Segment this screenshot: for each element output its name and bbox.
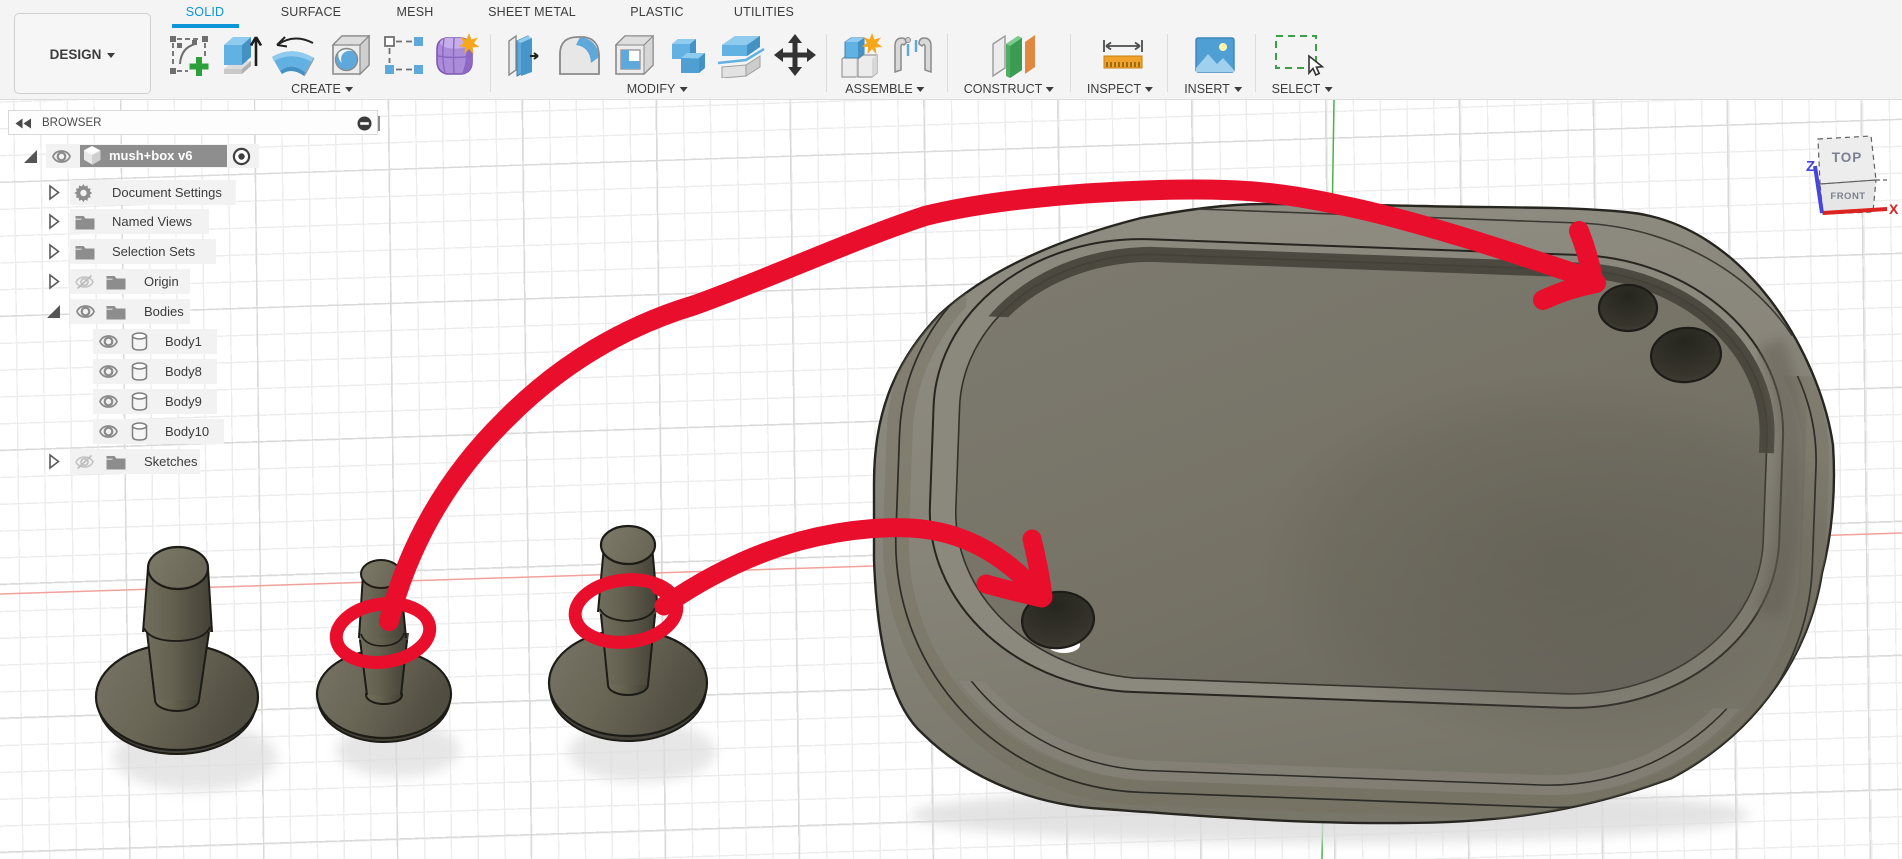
svg-text:TOP: TOP — [1832, 150, 1863, 165]
svg-text:X: X — [1889, 201, 1899, 217]
svg-text:Z: Z — [1806, 158, 1815, 175]
svg-text:FRONT: FRONT — [1830, 191, 1865, 202]
